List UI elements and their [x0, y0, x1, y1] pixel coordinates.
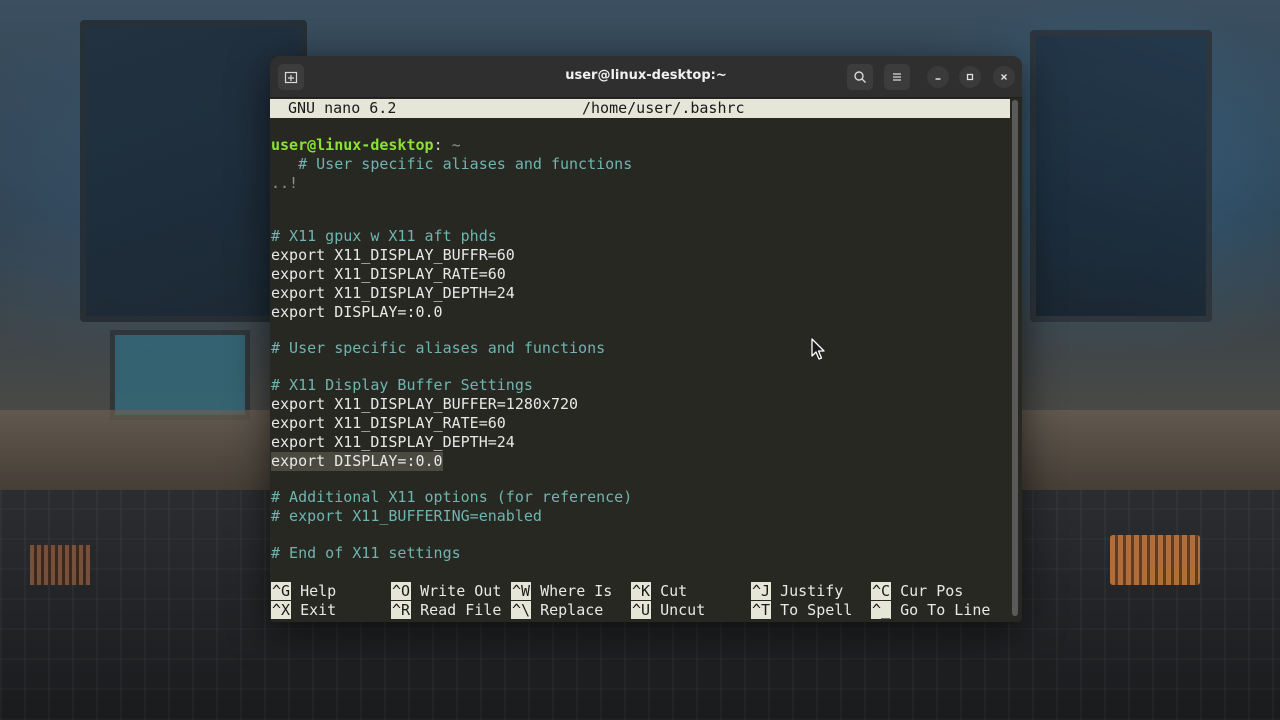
scrollbar[interactable] [1012, 100, 1018, 616]
editor-line: export X11_DISPLAY_BUFFR=60 [271, 246, 515, 264]
editor-line: export X11_DISPLAY_RATE=60 [271, 414, 506, 432]
shortcut-where-is[interactable]: ^W Where Is [511, 582, 612, 601]
shortcut-read-file[interactable]: ^R Read File [391, 601, 501, 620]
shortcut-exit[interactable]: ^X Exit [271, 601, 336, 620]
hamburger-menu-icon [893, 73, 901, 81]
nano-header-bar: GNU nano 6.2 /home/user/.bashrc [270, 99, 1010, 118]
editor-line: # End of X11 settings [271, 544, 461, 562]
editor-line-selected: export DISPLAY=:0.0 [271, 452, 443, 471]
editor-line: export DISPLAY=:0.0 [271, 303, 443, 321]
shortcut-justify[interactable]: ^J Justify [751, 582, 843, 601]
editor-line: # Additional X11 options (for reference) [271, 488, 633, 506]
nano-version: GNU nano 6.2 [288, 99, 397, 117]
minimize-icon [935, 78, 941, 80]
shortcut-write-out[interactable]: ^O Write Out [391, 582, 501, 601]
editor-line: export X11_DISPLAY_RATE=60 [271, 265, 506, 283]
editor-line: export X11_DISPLAY_BUFFER=1280x720 [271, 395, 579, 413]
close-icon [1001, 74, 1007, 80]
close-button[interactable] [993, 66, 1015, 88]
editor-line: # User specific aliases and functions [271, 339, 606, 357]
background-monitor-small [110, 330, 250, 420]
background-chip [30, 545, 90, 585]
prompt-line: user@linux-desktop: ~ [271, 136, 461, 154]
terminal-content[interactable]: GNU nano 6.2 /home/user/.bashrc user@lin… [270, 98, 1022, 622]
editor-line: # X11 Display Buffer Settings [271, 376, 533, 394]
background-monitor-right [1030, 30, 1212, 322]
shortcut-cut[interactable]: ^K Cut [631, 582, 687, 601]
menu-button[interactable] [884, 64, 910, 90]
search-icon [854, 71, 866, 83]
mouse-pointer-icon [811, 338, 825, 360]
search-button[interactable] [847, 64, 873, 90]
shortcut-replace[interactable]: ^\ Replace [511, 601, 603, 620]
editor-line: # User specific aliases and functions [271, 155, 633, 173]
scrollbar-thumb[interactable] [1012, 100, 1018, 616]
shortcut-go-to-line[interactable]: ^_ Go To Line [871, 601, 990, 620]
minimize-button[interactable] [927, 66, 949, 88]
terminal-window: user@linux-desktop:~ GNU nano 6.2 /home/… [270, 56, 1022, 622]
shortcut-cur-pos[interactable]: ^C Cur Pos [871, 582, 963, 601]
window-titlebar[interactable]: user@linux-desktop:~ [270, 56, 1022, 98]
editor-line: # X11 gpux w X11 aft phds [271, 227, 497, 245]
maximize-button[interactable] [959, 66, 981, 88]
maximize-icon [966, 73, 974, 81]
editor-line: # export X11_BUFFERING=enabled [271, 507, 542, 525]
nano-filename: /home/user/.bashrc [582, 99, 745, 117]
shortcut-help[interactable]: ^G Help [271, 582, 336, 601]
editor-line: ..! [271, 174, 299, 192]
shortcut-to-spell[interactable]: ^T To Spell [751, 601, 852, 620]
editor-line: export X11_DISPLAY_DEPTH=24 [271, 433, 515, 451]
shortcut-uncut[interactable]: ^U Uncut [631, 601, 705, 620]
editor-line: export X11_DISPLAY_DEPTH=24 [271, 284, 515, 302]
background-chip [1110, 535, 1200, 585]
